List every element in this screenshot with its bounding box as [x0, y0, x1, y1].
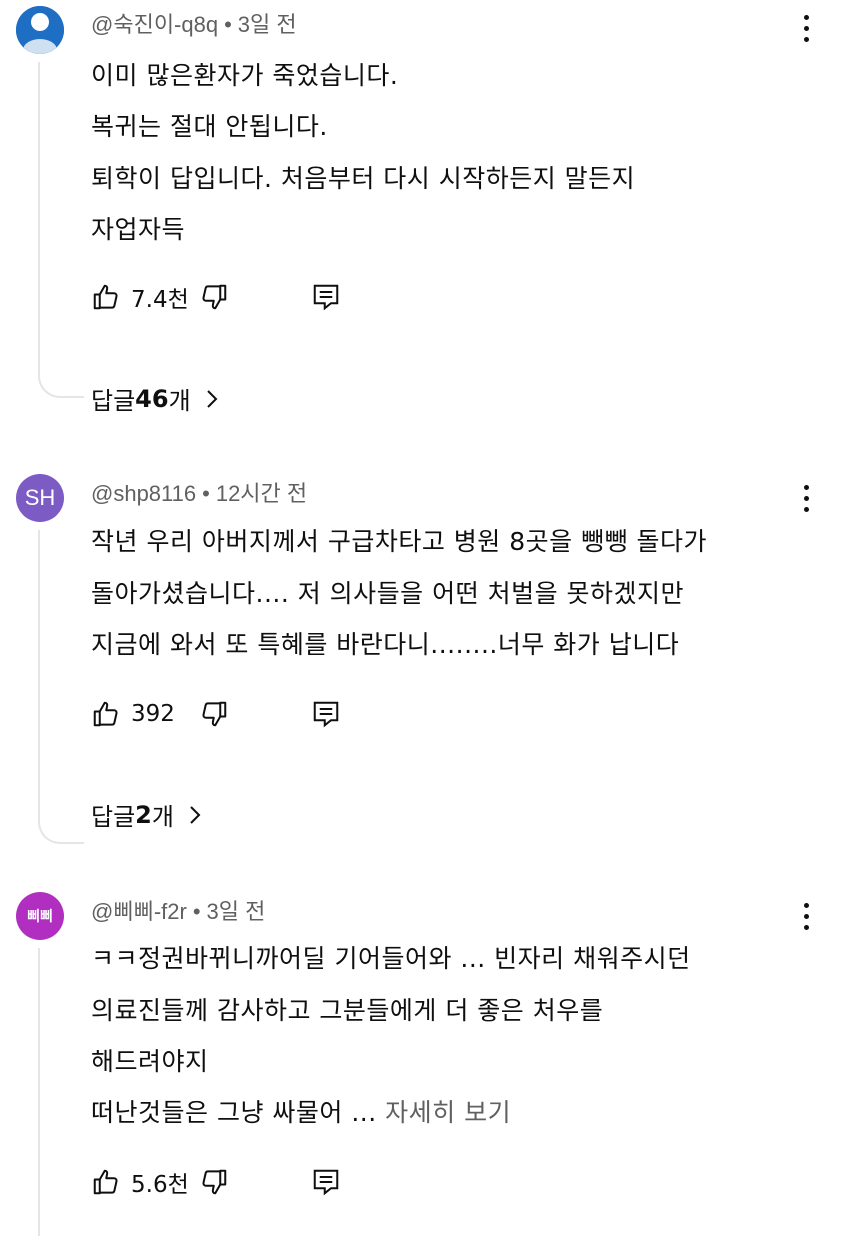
more-options-button[interactable] — [796, 898, 816, 934]
more-dot — [803, 924, 809, 930]
view-replies-button[interactable]: 답글 2개 — [91, 797, 202, 832]
comment-text-line: 작년 우리 아버지께서 구급차타고 병원 8곳을 뺑뺑 돌다가 — [91, 527, 708, 556]
thumbs-down-icon — [202, 284, 227, 310]
read-more-link[interactable]: 자세히 보기 — [385, 1098, 511, 1127]
thumbs-up-icon — [93, 284, 118, 310]
comment-text-line: 지금에 와서 또 특혜를 바란다니........너무 화가 납니다 — [91, 630, 680, 659]
reply-comment-icon — [313, 701, 339, 728]
more-dot — [803, 25, 809, 31]
comment-text-line: 복귀는 절대 안됩니다. — [91, 112, 328, 141]
like-button[interactable] — [91, 699, 121, 729]
replies-prefix: 답글 — [91, 803, 136, 831]
thumbs-down-icon — [202, 701, 227, 727]
thread-line — [38, 530, 40, 814]
comment-3: 삐삐 @삐삐-f2r • 3일 전 ㅋㅋ정권바뀌니까어딜 기어들어와 ... 빈자리… — [0, 888, 850, 1236]
comment-text-line: 자업자득 — [91, 215, 186, 244]
comment-meta: @삐삐-f2r • 3일 전 — [91, 894, 265, 926]
more-options-button[interactable] — [796, 10, 816, 46]
view-replies-button[interactable]: 답글 46 개 — [91, 381, 219, 416]
comment-2: SH @shp8116 • 12시간 전 작년 우리 아버지께서 구급차타고 병원 … — [0, 468, 850, 848]
thumbs-up-icon — [93, 1169, 118, 1195]
comment-meta: @숙진이-q8q • 3일 전 — [91, 7, 297, 39]
like-count: 7.4천 — [131, 287, 189, 313]
more-dot — [803, 913, 809, 919]
comment-time: 3일 전 — [237, 12, 297, 37]
replies-prefix: 답글 — [91, 387, 136, 415]
author-handle[interactable]: @삐삐-f2r — [91, 899, 187, 924]
comment-actions: 7.4천 — [91, 279, 341, 315]
dislike-button[interactable] — [199, 699, 229, 729]
thread-line — [38, 948, 40, 1236]
avatar[interactable]: 삐삐 — [16, 892, 64, 940]
avatar[interactable] — [16, 6, 64, 54]
avatar-initials: 삐삐 — [27, 909, 53, 925]
thread-curve — [38, 812, 84, 844]
replies-count: 46 — [135, 384, 169, 413]
dislike-button[interactable] — [199, 282, 229, 312]
comment-text-line: 의료진들께 감사하고 그분들에게 더 좋은 처우를 — [91, 996, 604, 1025]
comment-text-line: 돌아가셨습니다.... 저 의사들을 어떤 처벌을 못하겠지만 — [91, 579, 685, 608]
thread-line — [38, 62, 40, 368]
author-handle[interactable]: @숙진이-q8q — [91, 12, 218, 37]
thumbs-up-icon — [93, 701, 118, 727]
like-button[interactable] — [91, 1167, 121, 1197]
comment-meta: @shp8116 • 12시간 전 — [91, 476, 307, 508]
reply-comment-icon — [313, 1169, 339, 1196]
thumbs-down-icon — [202, 1169, 227, 1195]
comment-actions: 392 — [91, 696, 341, 732]
comment-actions: 5.6천 — [91, 1164, 341, 1200]
meta-separator: • — [224, 12, 232, 37]
default-person-avatar-icon — [16, 6, 64, 54]
comment-text-line: ㅋㅋ정권바뀌니까어딜 기어들어와 ... 빈자리 채워주시던 — [91, 944, 691, 973]
more-dot — [803, 36, 809, 42]
replies-suffix: 개 — [168, 387, 191, 415]
replies-count: 2 — [135, 800, 152, 829]
meta-separator: • — [192, 899, 201, 924]
replies-suffix: 개 — [151, 803, 174, 831]
more-vertical-icon — [803, 484, 809, 490]
comment-text-line: 퇴학이 답입니다. 처음부터 다시 시작하든지 말든지 — [91, 164, 636, 193]
like-count: 5.6천 — [131, 1172, 189, 1198]
more-dot — [803, 506, 809, 512]
chevron-right-icon — [205, 388, 219, 410]
comment-time: 12시간 전 — [215, 481, 308, 506]
reply-comment-icon — [313, 284, 339, 311]
reply-button[interactable] — [311, 1167, 341, 1197]
more-vertical-icon — [803, 902, 809, 908]
comment-text-line: 떠난것들은 그냥 싸물어 ... 자세히 보기 — [91, 1093, 511, 1129]
like-button[interactable] — [91, 282, 121, 312]
avatar[interactable]: SH — [16, 474, 64, 522]
comment-text-line: 해드려야지 — [91, 1047, 209, 1076]
thread-curve — [38, 366, 84, 398]
comment-time: 3일 전 — [206, 899, 266, 924]
chevron-right-icon — [188, 804, 202, 826]
comment-text-line: 이미 많은환자가 죽었습니다. — [91, 61, 399, 90]
comment-1: @숙진이-q8q • 3일 전 이미 많은환자가 죽었습니다. 복귀는 절대 안됩니… — [0, 0, 850, 420]
dislike-button[interactable] — [199, 1167, 229, 1197]
reply-button[interactable] — [311, 282, 341, 312]
more-options-button[interactable] — [796, 480, 816, 516]
reply-button[interactable] — [311, 699, 341, 729]
more-dot — [803, 495, 809, 501]
like-count: 392 — [131, 701, 175, 727]
meta-separator: • — [202, 481, 210, 506]
author-handle[interactable]: @shp8116 — [91, 481, 196, 506]
comment-text-last: 떠난것들은 그냥 싸물어 ... — [91, 1098, 386, 1127]
more-vertical-icon — [803, 14, 809, 20]
avatar-initials: SH — [24, 485, 56, 510]
